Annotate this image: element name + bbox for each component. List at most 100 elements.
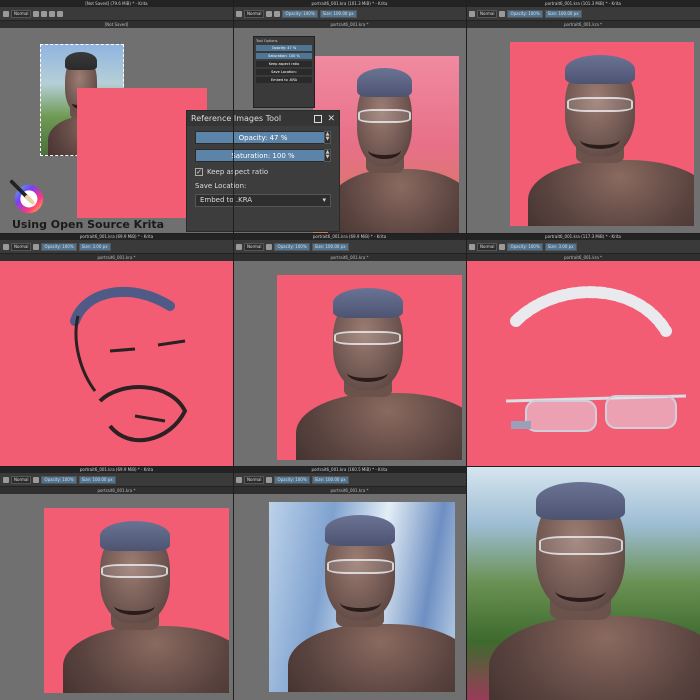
close-icon[interactable]: ✕	[327, 114, 335, 123]
brush-preset-icon[interactable]	[469, 10, 475, 17]
collage-grid: [Not Saved] (79.6 MiB) * - Krita Normal …	[0, 0, 700, 700]
brush-preset-icon[interactable]	[3, 10, 9, 17]
window-title: portrait6_001.kra (69.9 MiB) * - Krita	[233, 233, 466, 240]
alpha-lock-icon[interactable]	[41, 10, 48, 17]
document-tab[interactable]: [Not Saved]	[0, 21, 233, 28]
saturation-spinner[interactable]: ▲ ▼	[324, 149, 331, 162]
eraser-icon[interactable]	[266, 476, 273, 483]
canvas[interactable]	[466, 261, 700, 466]
document-tab[interactable]: portrait6_001.kra *	[233, 487, 466, 494]
opacity-value: Opacity: 47 %	[238, 134, 288, 142]
document-tab[interactable]: portrait6_001.kra *	[466, 21, 700, 28]
brush-toolbar: Normal Opacity: 100% Size: 3.00 px	[0, 240, 233, 254]
chevron-down-icon: ▾	[322, 196, 326, 204]
blend-mode-select[interactable]: Normal	[11, 242, 32, 251]
krita-window-6: portrait6_001.kra (117.3 MiB) * - Krita …	[466, 233, 700, 466]
document-tab[interactable]: portrait6_001.kra *	[466, 254, 700, 261]
krita-window-5: portrait6_001.kra (69.9 MiB) * - Krita N…	[233, 233, 466, 466]
blend-mode-select[interactable]: Normal	[477, 9, 498, 18]
opacity-slider[interactable]: Opacity: 100%	[41, 242, 77, 251]
panel-header: Reference Images Tool ✕	[187, 111, 339, 126]
pattern-icon[interactable]	[57, 10, 64, 17]
eraser-icon[interactable]	[499, 10, 506, 17]
document-tab[interactable]: portrait6_001.kra *	[233, 21, 466, 28]
opacity-slider[interactable]: Opacity: 100%	[274, 242, 310, 251]
tool-options-docker: Tool Options Opacity: 47 % Saturation: 1…	[253, 36, 315, 108]
eraser-icon[interactable]	[499, 243, 506, 250]
keep-aspect-label: Keep aspect ratio	[207, 168, 269, 176]
opacity-slider[interactable]: Opacity: 47 % ▲ ▼	[195, 131, 331, 144]
divider	[0, 466, 700, 467]
brush-toolbar: Normal	[0, 7, 233, 21]
brush-toolbar: Normal Opacity: 100% Size: 100.00 px	[233, 7, 466, 21]
size-slider[interactable]: Size: 100.00 px	[544, 9, 582, 18]
window-title: [Not Saved] (79.6 MiB) * - Krita	[0, 0, 233, 7]
size-slider[interactable]: Size: 100.00 px	[319, 9, 357, 18]
size-slider[interactable]: Size: 3.00 px	[78, 242, 111, 251]
opacity-slider[interactable]: Opacity: 100%	[274, 475, 310, 484]
brush-preset-icon[interactable]	[469, 243, 475, 250]
document-tab[interactable]: portrait6_001.kra *	[0, 487, 233, 494]
docker-saturation-slider[interactable]: Saturation: 100 %	[256, 53, 312, 59]
brush-preset-icon[interactable]	[3, 476, 9, 483]
size-slider[interactable]: Size: 100.00 px	[78, 475, 116, 484]
eraser-icon[interactable]	[33, 476, 40, 483]
float-panel-icon[interactable]	[314, 114, 323, 123]
document-tab[interactable]: portrait6_001.kra *	[233, 254, 466, 261]
gradient-icon[interactable]	[49, 10, 56, 17]
painted-portrait	[269, 502, 455, 692]
blend-mode-select[interactable]: Normal	[11, 9, 32, 18]
brush-toolbar: Normal Opacity: 100% Size: 100.00 px	[466, 7, 700, 21]
blend-mode-select[interactable]: Normal	[244, 475, 265, 484]
opacity-spinner[interactable]: ▲ ▼	[324, 131, 331, 144]
canvas[interactable]	[233, 494, 466, 700]
window-title: portrait6_001.kra (101.3 MiB) * - Krita	[233, 0, 466, 7]
eraser-icon[interactable]	[266, 243, 273, 250]
brush-preset-icon[interactable]	[236, 10, 242, 17]
saturation-slider[interactable]: Saturation: 100 % ▲ ▼	[195, 149, 331, 162]
size-slider[interactable]: Size: 3.00 px	[544, 242, 577, 251]
blend-mode-select[interactable]: Normal	[244, 242, 265, 251]
window-title: portrait6_001.kra (69.9 MiB) * - Krita	[0, 233, 233, 240]
document-tab[interactable]: portrait6_001.kra *	[0, 254, 233, 261]
size-slider[interactable]: Size: 100.00 px	[311, 475, 349, 484]
blend-mode-select[interactable]: Normal	[477, 242, 498, 251]
krita-logo-icon	[9, 179, 44, 214]
final-painting	[466, 466, 700, 700]
window-title: portrait6_001.kra (160.5 MiB) * - Krita	[233, 466, 466, 473]
canvas[interactable]	[0, 494, 233, 700]
docker-save-location-select[interactable]: Embed to .KRA	[256, 77, 312, 83]
opacity-slider[interactable]: Opacity: 100%	[41, 475, 77, 484]
opacity-slider[interactable]: Opacity: 100%	[282, 9, 318, 18]
brush-preset-icon[interactable]	[236, 243, 242, 250]
save-location-value: Embed to .KRA	[200, 196, 253, 204]
painted-portrait	[44, 508, 229, 693]
opacity-slider[interactable]: Opacity: 100%	[507, 9, 543, 18]
alpha-lock-icon[interactable]	[274, 10, 281, 17]
keep-aspect-checkbox[interactable]: ✓ Keep aspect ratio	[195, 168, 331, 176]
opacity-slider[interactable]: Opacity: 100%	[507, 242, 543, 251]
eraser-icon[interactable]	[33, 10, 40, 17]
docker-keep-aspect[interactable]: Keep aspect ratio	[256, 61, 312, 67]
canvas[interactable]	[233, 261, 466, 466]
blend-mode-select[interactable]: Normal	[11, 475, 32, 484]
krita-window-8: portrait6_001.kra (160.5 MiB) * - Krita …	[233, 466, 466, 700]
painted-portrait-final	[466, 466, 700, 700]
checkmark-icon[interactable]: ✓	[195, 168, 203, 176]
brush-toolbar: Normal Opacity: 100% Size: 100.00 px	[0, 473, 233, 487]
eraser-icon[interactable]	[33, 243, 40, 250]
docker-opacity-slider[interactable]: Opacity: 47 %	[256, 45, 312, 51]
brush-preset-icon[interactable]	[3, 243, 9, 250]
hair-and-glasses-sketch	[505, 286, 687, 432]
line-sketch	[70, 286, 188, 443]
saturation-value: Saturation: 100 %	[231, 152, 295, 160]
canvas[interactable]	[466, 28, 700, 233]
canvas[interactable]	[0, 261, 233, 466]
brush-toolbar: Normal Opacity: 100% Size: 100.00 px	[233, 473, 466, 487]
size-slider[interactable]: Size: 100.00 px	[311, 242, 349, 251]
brush-preset-icon[interactable]	[236, 476, 242, 483]
save-location-select[interactable]: Embed to .KRA ▾	[195, 194, 331, 207]
window-title: portrait6_001.kra (101.3 MiB) * - Krita	[466, 0, 700, 7]
eraser-icon[interactable]	[266, 10, 273, 17]
blend-mode-select[interactable]: Normal	[244, 9, 265, 18]
